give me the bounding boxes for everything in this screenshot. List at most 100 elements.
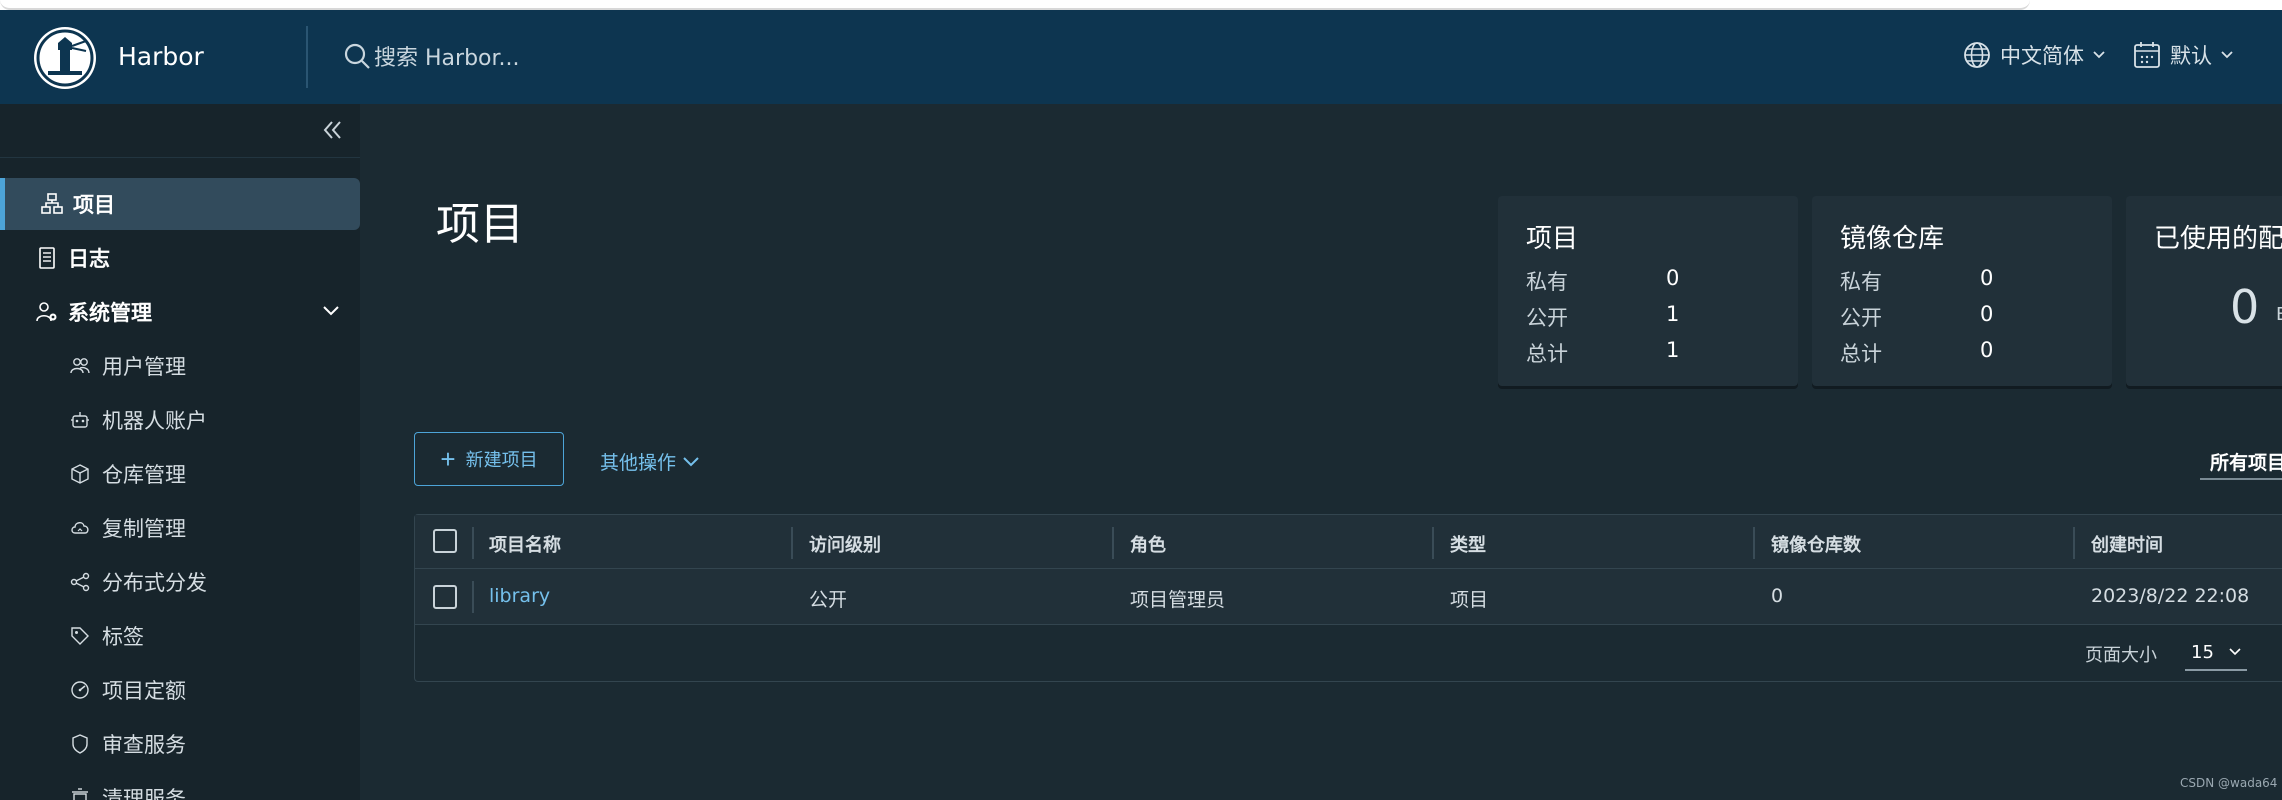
- quota-used-unit: B: [2276, 304, 2282, 325]
- column-header-name[interactable]: 项目名称: [489, 531, 561, 557]
- row-checkbox[interactable]: [433, 585, 457, 609]
- page-title: 项目: [436, 199, 524, 250]
- card-row-label: 私有: [1526, 270, 1568, 294]
- select-all-checkbox[interactable]: [433, 529, 457, 553]
- column-separator[interactable]: [2073, 527, 2075, 559]
- project-filter-select[interactable]: 所有项目: [2200, 440, 2282, 480]
- search-input[interactable]: 搜索 Harbor...: [374, 40, 520, 72]
- chevron-down-icon: [683, 456, 699, 466]
- sidebar-subitem-registries[interactable]: 仓库管理: [0, 448, 360, 500]
- sidebar-item-administration[interactable]: 系统管理: [0, 286, 360, 338]
- user-label: 默认: [2170, 44, 2212, 68]
- sidebar-subitem-label: 机器人账户: [102, 409, 207, 433]
- sidebar-subitem-label: 复制管理: [102, 517, 186, 541]
- project-name-link[interactable]: library: [489, 585, 550, 607]
- summary-card-quota-used: 已使用的配 0 B: [2126, 196, 2282, 386]
- main-content: 项目 项目 私有 0 公开 1 总计 1 镜像仓库 私有 0 公开 0 总计 0…: [360, 104, 2282, 800]
- browser-top-edge: [0, 0, 2282, 10]
- sidebar-item-logs[interactable]: 日志: [0, 232, 360, 284]
- new-project-label: 新建项目: [465, 450, 538, 470]
- language-selector[interactable]: 中文简体: [1962, 40, 2106, 70]
- global-search[interactable]: 搜索 Harbor...: [342, 40, 520, 72]
- header-divider: [306, 26, 308, 88]
- language-label: 中文简体: [2000, 44, 2084, 68]
- table-row: library 公开 项目管理员 项目 0 2023/8/22 22:08: [415, 569, 2282, 625]
- logs-icon: [39, 247, 55, 269]
- chevron-down-icon: [2221, 51, 2233, 59]
- cell-role: 项目管理员: [1130, 589, 1226, 611]
- app-header: Harbor 搜索 Harbor... 中文简体 默认: [0, 10, 2282, 104]
- new-project-button[interactable]: + 新建项目: [414, 432, 564, 486]
- sidebar-subitem-distributions[interactable]: 分布式分发: [0, 556, 360, 608]
- registry-icon: [71, 464, 89, 484]
- chevron-down-icon: [323, 306, 339, 316]
- sidebar-subitem-interrogation[interactable]: 审查服务: [0, 718, 360, 770]
- column-separator[interactable]: [791, 527, 793, 559]
- sidebar-subitem-cleanup[interactable]: 清理服务: [0, 772, 360, 800]
- plus-icon: +: [440, 443, 456, 474]
- card-row-label: 总计: [1840, 342, 1882, 366]
- users-icon: [70, 358, 90, 374]
- sidebar-item-projects[interactable]: 项目: [0, 178, 360, 230]
- sidebar-subitem-label: 分布式分发: [102, 571, 207, 595]
- card-row-label: 总计: [1526, 342, 1568, 366]
- double-chevron-left-icon[interactable]: [322, 118, 344, 142]
- page-size-select[interactable]: 15: [2185, 635, 2247, 671]
- user-menu[interactable]: 默认: [2132, 40, 2234, 70]
- sidebar-subitem-label: 标签: [102, 625, 144, 649]
- cell-type: 项目: [1450, 589, 1489, 611]
- table-header: 项目名称 访问级别 角色 类型 镜像仓库数 创建时间: [415, 515, 2282, 569]
- card-row-value: 1: [1666, 302, 1680, 326]
- card-row-value: 0: [1980, 266, 1994, 290]
- column-separator[interactable]: [1753, 527, 1755, 559]
- tag-icon: [71, 627, 89, 645]
- column-separator[interactable]: [472, 527, 474, 559]
- column-separator[interactable]: [1112, 527, 1114, 559]
- card-row-value: 0: [1980, 302, 1994, 326]
- column-header-access-level[interactable]: 访问级别: [809, 531, 881, 557]
- sidebar-subitem-quotas[interactable]: 项目定额: [0, 664, 360, 716]
- sidebar-collapse-row: [0, 104, 360, 158]
- cell-creation-time: 2023/8/22 22:08: [2091, 585, 2250, 607]
- sidebar: 项目 日志 系统管理 用户管理 机器人账户 仓库管理 复制管理 分布式分发 标签…: [0, 104, 360, 800]
- browser-top-curve: [0, 0, 2030, 10]
- sidebar-subitem-users[interactable]: 用户管理: [0, 340, 360, 392]
- column-header-creation-time[interactable]: 创建时间: [2091, 531, 2163, 557]
- column-header-repo-count[interactable]: 镜像仓库数: [1771, 531, 1861, 557]
- sidebar-subitem-label: 项目定额: [102, 679, 186, 703]
- column-header-type[interactable]: 类型: [1450, 531, 1486, 557]
- card-title: 镜像仓库: [1840, 224, 1945, 254]
- other-operations-dropdown[interactable]: 其他操作: [600, 448, 700, 475]
- chevron-down-icon: [2229, 648, 2241, 656]
- globe-icon: [1964, 42, 1990, 68]
- sidebar-subitem-label: 用户管理: [102, 355, 186, 379]
- card-row-label: 公开: [1526, 306, 1568, 330]
- page-size-label: 页面大小: [2085, 645, 2157, 666]
- sidebar-subitem-labels[interactable]: 标签: [0, 610, 360, 662]
- sidebar-subitem-replications[interactable]: 复制管理: [0, 502, 360, 554]
- distribution-icon: [70, 572, 90, 592]
- projects-icon: [41, 193, 63, 214]
- column-header-role[interactable]: 角色: [1130, 531, 1166, 557]
- card-row-label: 公开: [1840, 306, 1882, 330]
- card-row-value: 0: [1980, 338, 1994, 362]
- cell-repo-count: 0: [1771, 585, 1784, 607]
- card-title: 项目: [1526, 224, 1579, 254]
- harbor-logo[interactable]: [34, 27, 96, 89]
- sidebar-item-label: 系统管理: [68, 301, 152, 325]
- replication-icon: [71, 522, 89, 534]
- lighthouse-icon: [36, 29, 94, 87]
- summary-card-repositories: 镜像仓库 私有 0 公开 0 总计 0: [1812, 196, 2112, 386]
- watermark-text: CSDN @wada64: [2180, 776, 2278, 790]
- sidebar-item-label: 日志: [68, 247, 110, 271]
- sidebar-subitem-label: 清理服务: [102, 787, 186, 800]
- column-separator[interactable]: [1432, 527, 1434, 559]
- card-row-value: 0: [1666, 266, 1680, 290]
- app-brand-name[interactable]: Harbor: [118, 42, 204, 71]
- card-row-label: 私有: [1840, 270, 1882, 294]
- card-row-value: 1: [1666, 338, 1680, 362]
- sidebar-subitem-label: 仓库管理: [102, 463, 186, 487]
- calendar-icon: [2134, 42, 2160, 68]
- sidebar-subitem-robot-accounts[interactable]: 机器人账户: [0, 394, 360, 446]
- shield-icon: [72, 734, 88, 754]
